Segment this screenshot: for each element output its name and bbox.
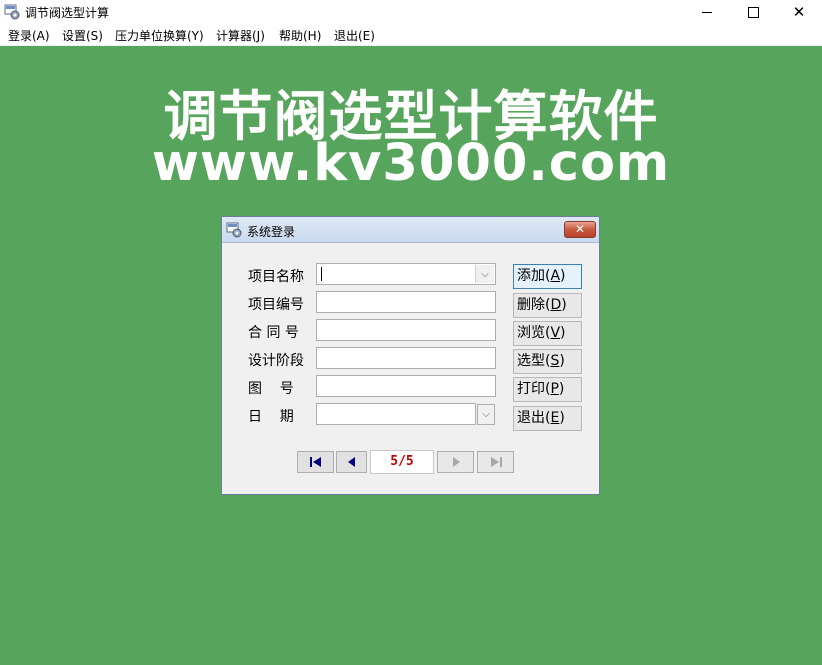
close-icon: ✕ xyxy=(574,222,586,236)
app-icon xyxy=(4,4,20,20)
menu-settings[interactable]: 设置(S) xyxy=(62,27,103,44)
browse-button[interactable]: 浏览(V) xyxy=(513,321,582,346)
delete-button-key: D xyxy=(550,297,562,313)
add-button-key: A xyxy=(550,268,561,284)
exit-button[interactable]: 退出(E) xyxy=(513,406,582,431)
print-button-label: 打印( xyxy=(517,381,551,397)
add-button[interactable]: 添加(A) xyxy=(513,264,582,289)
maximize-icon xyxy=(747,7,759,18)
browse-button-key: V xyxy=(550,325,561,341)
first-record-button[interactable] xyxy=(297,451,334,473)
menu-help[interactable]: 帮助(H) xyxy=(279,27,321,44)
delete-button[interactable]: 删除(D) xyxy=(513,293,582,318)
add-button-end: ) xyxy=(560,268,566,284)
design-stage-field[interactable] xyxy=(316,347,496,369)
print-button-key: P xyxy=(550,381,559,397)
dialog-close-button[interactable]: ✕ xyxy=(564,221,596,238)
maximize-button[interactable] xyxy=(730,0,776,25)
project-number-field[interactable] xyxy=(316,291,496,313)
next-icon xyxy=(452,457,460,467)
prev-record-button[interactable] xyxy=(336,451,367,473)
contract-number-field[interactable] xyxy=(316,319,496,341)
print-button[interactable]: 打印(P) xyxy=(513,377,582,402)
add-button-label: 添加( xyxy=(517,268,551,284)
last-icon xyxy=(490,457,502,467)
dialog-icon xyxy=(226,222,242,238)
date-field[interactable] xyxy=(316,403,476,425)
drawing-number-field[interactable] xyxy=(316,375,496,397)
browse-button-label: 浏览( xyxy=(517,325,551,341)
menu-exit[interactable]: 退出(E) xyxy=(334,27,375,44)
first-icon xyxy=(309,457,321,467)
window-title: 调节阀选型计算 xyxy=(25,6,110,20)
minimize-icon xyxy=(702,12,712,13)
exit-button-end: ) xyxy=(559,410,565,426)
print-button-end: ) xyxy=(558,381,565,397)
delete-button-end: ) xyxy=(561,297,567,313)
date-picker-button[interactable]: ⌵ xyxy=(477,404,495,425)
chevron-down-icon[interactable]: ⌵ xyxy=(475,265,494,283)
design-stage-label: 设计阶段 xyxy=(248,353,304,369)
exit-button-key: E xyxy=(550,410,560,426)
project-number-label: 项目编号 xyxy=(248,297,304,313)
record-indicator: 5/5 xyxy=(370,450,434,474)
dialog-title: 系统登录 xyxy=(247,225,296,239)
login-dialog: 系统登录 ✕ 项目名称 项目编号 合 同 号 设计阶段 图 号 日 期 ⌵ ⌵ … xyxy=(221,216,600,495)
exit-button-label: 退出( xyxy=(517,410,551,426)
dialog-title-bar: 系统登录 ✕ xyxy=(222,217,599,243)
date-label: 日 期 xyxy=(248,409,294,425)
drawing-number-label: 图 号 xyxy=(248,381,294,397)
minimize-button[interactable] xyxy=(684,0,730,25)
prev-icon xyxy=(347,457,355,467)
menu-calculator[interactable]: 计算器(J) xyxy=(216,27,265,44)
select-button-label: 选型( xyxy=(517,353,551,369)
chevron-down-icon: ⌵ xyxy=(482,409,490,420)
contract-number-label: 合 同 号 xyxy=(248,325,299,341)
title-bar: 调节阀选型计算 ✕ xyxy=(0,0,822,25)
browse-button-end: ) xyxy=(560,325,566,341)
headline-url: www.kv3000.com xyxy=(151,134,671,193)
text-caret xyxy=(321,267,322,281)
project-name-combo[interactable]: ⌵ xyxy=(316,263,496,285)
last-record-button[interactable] xyxy=(477,451,514,473)
delete-button-label: 删除( xyxy=(517,297,551,313)
project-name-label: 项目名称 xyxy=(248,269,304,285)
menu-bar: 登录(A) 设置(S) 压力单位换算(Y) 计算器(J) 帮助(H) 退出(E) xyxy=(0,25,822,46)
close-button[interactable]: ✕ xyxy=(776,0,822,25)
select-button-end: ) xyxy=(559,353,565,369)
menu-pressure-units[interactable]: 压力单位换算(Y) xyxy=(115,27,204,44)
select-button[interactable]: 选型(S) xyxy=(513,349,582,374)
menu-login[interactable]: 登录(A) xyxy=(8,27,50,44)
next-record-button[interactable] xyxy=(437,451,474,473)
close-icon: ✕ xyxy=(792,3,806,21)
